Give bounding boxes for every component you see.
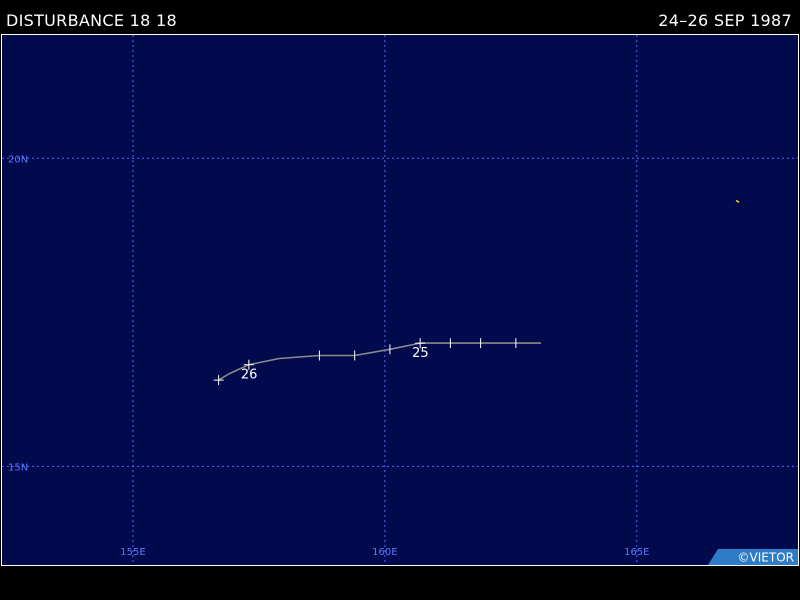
day-label: 25	[412, 346, 429, 361]
storm-title: DISTURBANCE 18 18	[6, 11, 177, 30]
date-range: 24–26 SEP 1987	[658, 11, 792, 30]
map-canvas: 20N 15N 155E 160E 165E 25 26 ©VIETOR	[2, 35, 798, 565]
latitude-label: 15N	[8, 462, 28, 473]
latitude-label: 20N	[8, 154, 28, 165]
day-label: 26	[241, 368, 258, 383]
footer-bar	[0, 566, 800, 600]
header-bar: DISTURBANCE 18 18 24–26 SEP 1987	[0, 0, 800, 34]
storm-track-map: 20N 15N 155E 160E 165E 25 26 ©VIETOR	[1, 34, 799, 566]
longitude-label: 160E	[372, 547, 397, 558]
map-background	[2, 35, 798, 565]
longitude-label: 155E	[120, 547, 145, 558]
credit-label: ©VIETOR	[738, 551, 794, 565]
longitude-label: 165E	[624, 547, 649, 558]
